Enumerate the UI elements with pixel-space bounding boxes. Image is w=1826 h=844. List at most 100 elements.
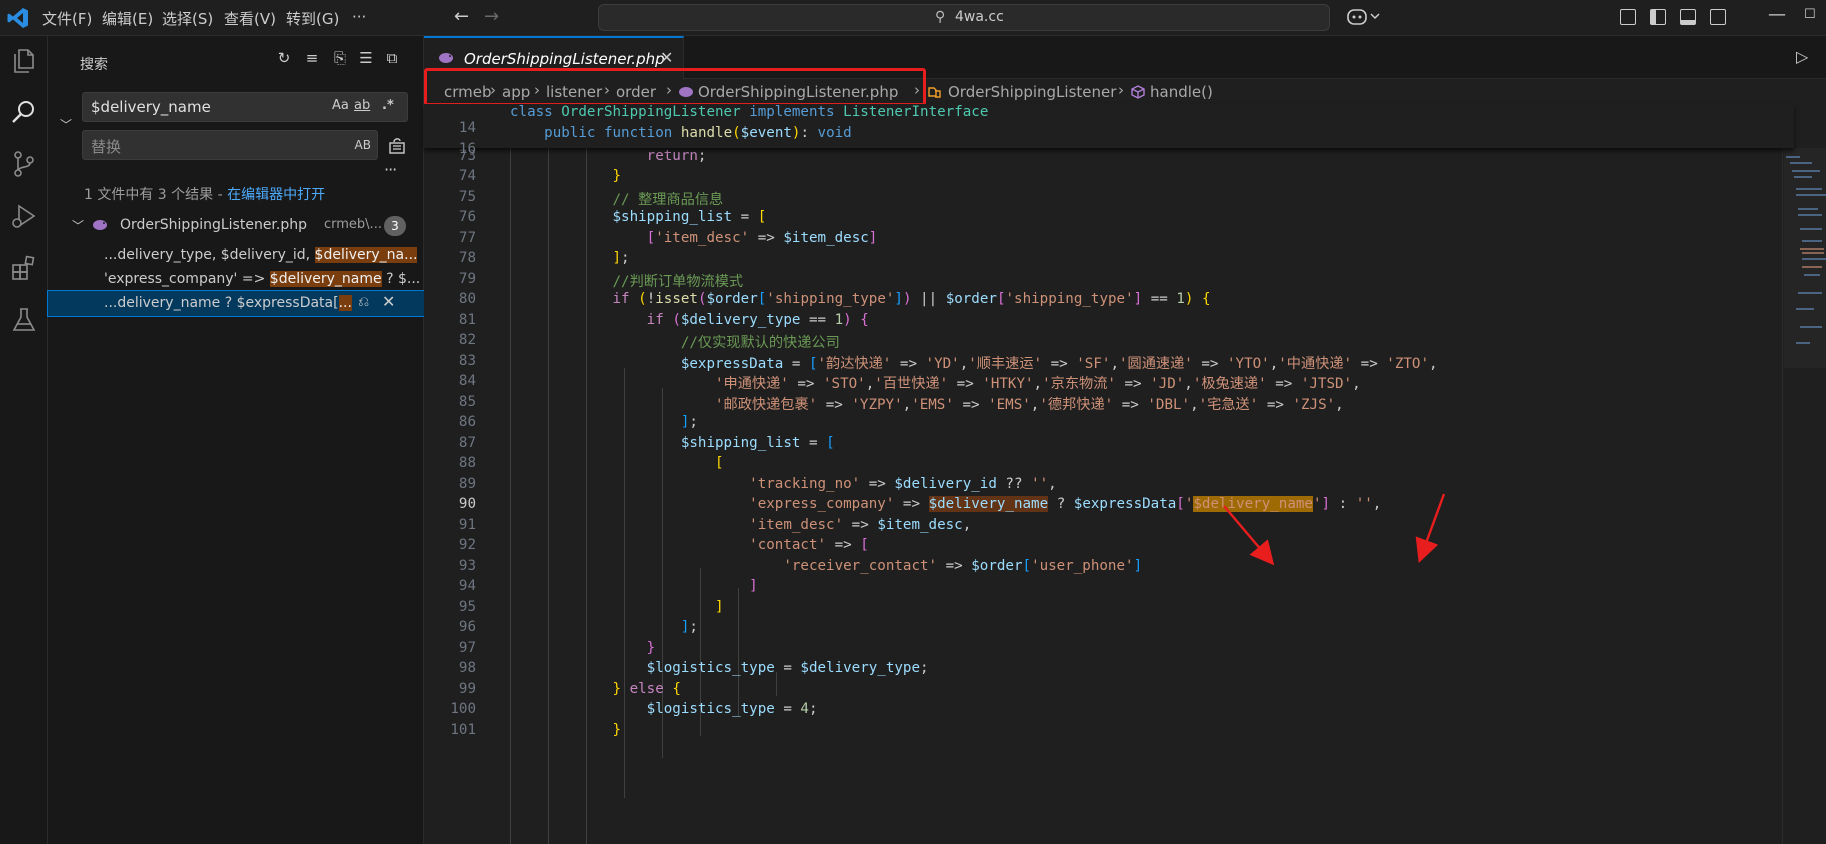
code-line: 81 if ($delivery_type == 1) { bbox=[424, 312, 1794, 332]
match-context-after: ? $... bbox=[381, 271, 421, 287]
source-control-icon[interactable] bbox=[8, 148, 40, 180]
code-line: 92 'contact' => [ bbox=[424, 537, 1794, 557]
forward-arrow-icon[interactable]: → bbox=[484, 6, 499, 27]
menu-file[interactable]: 文件(F) bbox=[42, 8, 92, 29]
match-whole-word-toggle[interactable]: ab bbox=[354, 98, 370, 113]
run-debug-icon[interactable] bbox=[8, 200, 40, 232]
maximize-icon[interactable]: ☐ bbox=[1804, 7, 1816, 22]
testing-icon[interactable] bbox=[8, 304, 40, 336]
line-number: 84 bbox=[458, 373, 476, 389]
breadcrumb-item[interactable]: handle() bbox=[1150, 83, 1213, 101]
minimap[interactable] bbox=[1784, 148, 1826, 844]
code-text: $shipping_list = [ bbox=[612, 209, 767, 225]
line-number: 95 bbox=[458, 599, 476, 615]
menu-go[interactable]: 转到(G) bbox=[286, 8, 339, 29]
code-text: 'tracking_no' => $delivery_id ?? '', bbox=[749, 476, 1057, 492]
line-number: 101 bbox=[450, 722, 476, 738]
line-number: 75 bbox=[458, 189, 476, 205]
search-match-row-selected[interactable]: ...delivery_name ? $expressData[... ⎌ ✕ bbox=[47, 290, 425, 317]
code-line: 83 $expressData = ['韵达快递' => 'YD','顺丰速运'… bbox=[424, 353, 1794, 373]
layout-icon[interactable] bbox=[1620, 9, 1636, 25]
new-search-editor-icon[interactable]: ⎘ bbox=[330, 49, 350, 69]
code-text: '申通快递' => 'STO','百世快递' => 'HTKY','京东物流' … bbox=[715, 376, 1361, 392]
menu-more[interactable]: ··· bbox=[352, 8, 366, 26]
code-text: ]; bbox=[612, 250, 630, 266]
menu-edit[interactable]: 编辑(E) bbox=[102, 8, 153, 29]
toggle-sidebar-icon[interactable] bbox=[1650, 9, 1666, 25]
run-icon[interactable]: ▷ bbox=[1796, 47, 1808, 66]
result-file-name: OrderShippingListener.php bbox=[120, 217, 307, 233]
extensions-icon[interactable] bbox=[8, 252, 40, 284]
explorer-icon[interactable] bbox=[8, 44, 40, 76]
open-in-editor-link[interactable]: 在编辑器中打开 bbox=[227, 187, 325, 203]
vscode-logo-icon bbox=[7, 8, 28, 28]
search-match-row[interactable]: ...delivery_type, $delivery_id, $deliver… bbox=[48, 243, 424, 268]
code-line-current: 90 'express_company' => $delivery_name ?… bbox=[424, 496, 1794, 516]
chevron-down-icon[interactable]: ﹀ bbox=[72, 217, 84, 234]
code-text: } else { bbox=[612, 681, 681, 697]
sidebar-title: 搜索 bbox=[80, 57, 108, 73]
menu-selection[interactable]: 选择(S) bbox=[162, 8, 213, 29]
dismiss-match-icon[interactable]: ✕ bbox=[382, 292, 395, 311]
code-line: 84 '申通快递' => 'STO','百世快递' => 'HTKY','京东物… bbox=[424, 373, 1794, 393]
replace-match-icon[interactable]: ⎌ bbox=[358, 294, 369, 310]
search-match-text: ...delivery_type, $delivery_id, $deliver… bbox=[104, 247, 418, 263]
search-icon[interactable] bbox=[8, 96, 40, 128]
code-line: 98 $logistics_type = $delivery_type; bbox=[424, 660, 1794, 680]
code-text: 'express_company' => $delivery_name ? $e… bbox=[749, 496, 1382, 512]
scrollbar-track[interactable] bbox=[1782, 148, 1783, 844]
match-highlight: ... bbox=[338, 295, 352, 311]
annotation-highlight-box bbox=[424, 68, 926, 106]
search-match-row[interactable]: 'express_company' => $delivery_name ? $.… bbox=[48, 267, 424, 292]
code-text: public function handle($event): void bbox=[544, 125, 852, 141]
regex-toggle[interactable]: .* bbox=[382, 98, 394, 113]
code-text: ] bbox=[749, 578, 758, 594]
toggle-secondary-sidebar-icon[interactable] bbox=[1710, 9, 1726, 25]
code-text: } bbox=[612, 168, 622, 184]
code-text: $logistics_type = 4; bbox=[646, 701, 818, 717]
result-summary-text: 1 文件中有 3 个结果 - bbox=[84, 187, 228, 203]
menu-view[interactable]: 查看(V) bbox=[224, 8, 276, 29]
toggle-replace-chevron-icon[interactable]: ﹀ bbox=[60, 116, 72, 133]
result-summary: 1 文件中有 3 个结果 - 在编辑器中打开 bbox=[84, 184, 325, 204]
code-line: 99 } else { bbox=[424, 681, 1794, 701]
line-number: 99 bbox=[458, 681, 476, 697]
code-line: 77 ['item_desc' => $item_desc] bbox=[424, 230, 1794, 250]
minimize-icon[interactable]: — bbox=[1768, 4, 1786, 25]
copilot-icon[interactable] bbox=[1346, 6, 1382, 28]
code-line: 80 if (!isset($order['shipping_type']) |… bbox=[424, 291, 1794, 311]
command-center[interactable]: ⚲ 4wa.cc bbox=[598, 4, 1330, 31]
result-file-row[interactable]: ﹀ OrderShippingListener.php crmeb\... 3 bbox=[48, 214, 424, 238]
line-number: 94 bbox=[458, 578, 476, 594]
close-icon[interactable]: ✕ bbox=[660, 48, 673, 67]
line-number: 87 bbox=[458, 435, 476, 451]
replace-all-icon[interactable] bbox=[386, 134, 408, 156]
toggle-search-details-icon[interactable]: ··· bbox=[384, 160, 397, 179]
back-arrow-icon[interactable]: ← bbox=[454, 6, 469, 27]
line-number: 77 bbox=[458, 230, 476, 246]
code-line: 94 ] bbox=[424, 578, 1794, 598]
line-number: 76 bbox=[458, 209, 476, 225]
toggle-panel-icon[interactable] bbox=[1680, 9, 1696, 25]
expand-icon[interactable]: ⧉ bbox=[382, 49, 402, 69]
replace-input[interactable]: 替换 AB bbox=[82, 130, 378, 160]
line-number: 88 bbox=[458, 455, 476, 471]
preserve-case-toggle[interactable]: AB bbox=[355, 138, 371, 152]
clear-icon[interactable]: ≡ bbox=[302, 49, 322, 69]
match-context: 'express_company' => bbox=[104, 271, 270, 287]
code-text: //仅实现默认的快递公司 bbox=[510, 335, 840, 351]
code-text: ] bbox=[715, 599, 724, 615]
result-count-badge: 3 bbox=[384, 216, 406, 236]
line-number: 78 bbox=[458, 250, 476, 266]
line-number: 85 bbox=[458, 394, 476, 410]
match-case-toggle[interactable]: Aa bbox=[332, 98, 349, 113]
line-number: 81 bbox=[458, 312, 476, 328]
title-bar: 文件(F) 编辑(E) 选择(S) 查看(V) 转到(G) ··· ← → ⚲ … bbox=[0, 0, 1826, 36]
breadcrumb-item[interactable]: OrderShippingListener bbox=[948, 83, 1116, 101]
collapse-icon[interactable]: ☰ bbox=[356, 49, 376, 69]
search-sidebar: 搜索 ↻ ≡ ⎘ ☰ ⧉ ﹀ $delivery_name Aa ab .* 替… bbox=[47, 36, 425, 844]
line-number: 97 bbox=[458, 640, 476, 656]
search-match-text: 'express_company' => $delivery_name ? $.… bbox=[104, 271, 420, 287]
refresh-icon[interactable]: ↻ bbox=[274, 49, 294, 69]
code-line: 14 class OrderShippingListener implement… bbox=[424, 104, 1794, 136]
